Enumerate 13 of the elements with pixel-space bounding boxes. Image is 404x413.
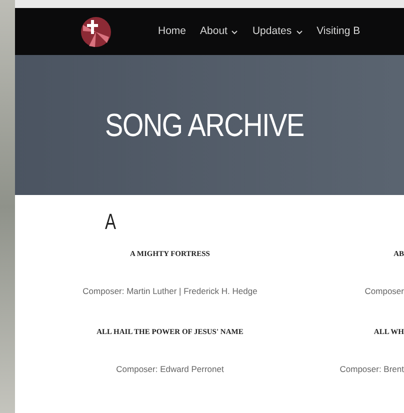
chevron-down-icon	[296, 30, 303, 35]
composer-text: Composer	[364, 285, 404, 298]
nav-link[interactable]: About	[200, 24, 238, 40]
composer-text: Composer: Brent	[340, 363, 404, 376]
logo-icon	[81, 16, 111, 46]
section-letter: A	[105, 208, 116, 236]
page-title: SONG ARCHIVE	[105, 106, 304, 145]
nav-link[interactable]: Home	[158, 24, 186, 40]
chevron-down-icon	[231, 30, 238, 35]
composer-text: Composer: Martin Luther | Frederick H. Hedge	[82, 285, 258, 298]
nav-link[interactable]: Visiting B	[316, 24, 360, 40]
composer-text: Composer: Edward Perronet	[116, 363, 224, 376]
nav-link[interactable]: Updates	[252, 24, 303, 40]
